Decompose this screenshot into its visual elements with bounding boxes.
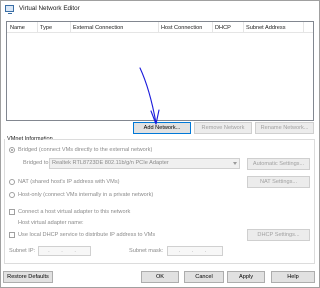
column-separator[interactable] — [212, 22, 213, 33]
column-header-dhcp[interactable]: DHCP — [215, 25, 231, 31]
bridged-to-label: Bridged to: — [23, 160, 51, 166]
column-separator[interactable] — [158, 22, 159, 33]
column-separator[interactable] — [303, 22, 304, 33]
ok-button[interactable]: OK — [141, 271, 179, 283]
column-separator[interactable] — [37, 22, 38, 33]
column-header-name[interactable]: Name — [10, 25, 25, 31]
subnet-ip-input[interactable]: . . . — [38, 246, 91, 256]
connect-adapter-label: Connect a host virtual adapter to this n… — [18, 209, 131, 215]
nat-settings-button[interactable]: NAT Settings... — [247, 176, 310, 188]
network-table[interactable]: Name Type External Connection Host Conne… — [6, 21, 314, 121]
column-header-type[interactable]: Type — [40, 25, 52, 31]
dhcp-settings-button[interactable]: DHCP Settings... — [247, 229, 310, 241]
virtual-network-editor-window: Virtual Network Editor Name Type Externa… — [0, 0, 320, 288]
adapter-name-label: Host virtual adapter name: — [18, 220, 84, 226]
column-header-external-connection[interactable]: External Connection — [73, 25, 123, 31]
bridged-to-select[interactable]: Realtek RTL8723DE 802.11b/g/n PCIe Adapt… — [49, 158, 240, 169]
bridged-label: Bridged (connect VMs directly to the ext… — [18, 147, 153, 153]
nat-label: NAT (shared host's IP address with VMs) — [18, 179, 120, 185]
subnet-ip-label: Subnet IP: — [9, 248, 36, 254]
rename-network-button[interactable]: Rename Network... — [255, 122, 314, 134]
dhcp-label: Use local DHCP service to distribute IP … — [18, 232, 156, 238]
chevron-down-icon — [233, 162, 237, 165]
column-separator[interactable] — [243, 22, 244, 33]
network-editor-icon — [5, 5, 14, 14]
table-header: Name Type External Connection Host Conne… — [7, 22, 313, 33]
help-button[interactable]: Help — [271, 271, 315, 283]
connect-adapter-checkbox[interactable] — [9, 209, 15, 215]
cancel-button[interactable]: Cancel — [184, 271, 224, 283]
title-bar: Virtual Network Editor — [1, 1, 319, 18]
host-only-radio[interactable] — [9, 192, 15, 198]
subnet-mask-label: Subnet mask: — [129, 248, 164, 254]
dhcp-checkbox[interactable] — [9, 232, 15, 238]
subnet-mask-input[interactable]: . . . — [167, 246, 223, 256]
bridged-radio[interactable] — [9, 147, 15, 153]
column-header-subnet-address[interactable]: Subnet Address — [246, 25, 286, 31]
apply-button[interactable]: Apply — [227, 271, 265, 283]
column-separator[interactable] — [70, 22, 71, 33]
remove-network-button[interactable]: Remove Network — [194, 122, 252, 134]
window-title: Virtual Network Editor — [19, 5, 80, 12]
column-header-host-connection[interactable]: Host Connection — [161, 25, 202, 31]
automatic-settings-button[interactable]: Automatic Settings... — [247, 158, 310, 170]
bridged-to-value: Realtek RTL8723DE 802.11b/g/n PCIe Adapt… — [52, 160, 169, 166]
nat-radio[interactable] — [9, 179, 15, 185]
add-network-button[interactable]: Add Network... — [133, 122, 191, 134]
host-only-label: Host-only (connect VMs internally in a p… — [18, 192, 154, 198]
restore-defaults-button[interactable]: Restore Defaults — [3, 271, 53, 283]
